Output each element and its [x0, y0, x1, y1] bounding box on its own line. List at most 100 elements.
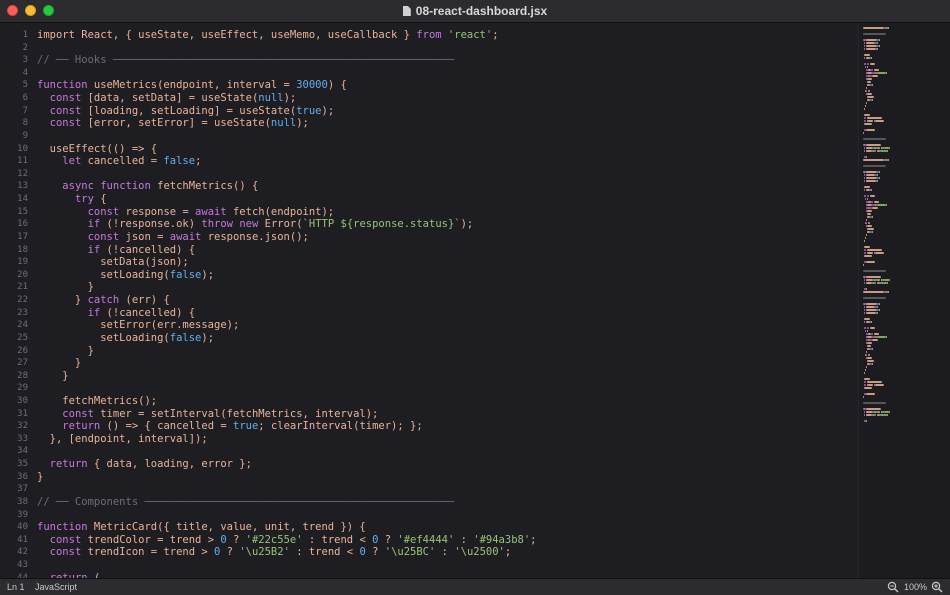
minimap-stripe — [867, 90, 870, 92]
code-token: const — [87, 230, 120, 243]
line-number: 4 — [22, 67, 28, 78]
minimap-stripe — [877, 336, 887, 338]
code-line[interactable]: setData(json); — [37, 256, 189, 269]
code-line[interactable]: const [loading, setLoading] = useState(t… — [37, 104, 335, 118]
code-line[interactable]: fetchMetrics(); — [37, 395, 157, 408]
language-mode[interactable]: JavaScript — [35, 579, 77, 595]
minimap-stripe — [866, 276, 882, 278]
minimap-stripe — [864, 240, 866, 242]
line-number: 16 — [17, 219, 28, 230]
minimap-stripe — [865, 312, 876, 314]
minimap-stripe — [865, 45, 878, 47]
code-line[interactable]: return () => { cancelled = true; clearIn… — [37, 420, 422, 433]
minimap-stripe — [866, 210, 872, 212]
code-line[interactable]: function useMetrics(endpoint, interval =… — [37, 79, 347, 92]
minimap-stripe — [888, 147, 890, 149]
code-token: const — [62, 407, 94, 420]
line-number: 11 — [17, 156, 28, 167]
code-line[interactable]: return { data, loading, error }; — [37, 458, 252, 471]
minimap-stripe — [865, 369, 867, 371]
cursor-position[interactable]: Ln 1 — [7, 579, 25, 595]
minimap-stripe — [866, 249, 882, 251]
minimap-stripe — [887, 27, 889, 29]
code-line[interactable]: } catch (err) { — [37, 294, 170, 307]
minimap-stripe — [866, 78, 872, 80]
code-line[interactable]: // ── Components ───────────────────────… — [37, 496, 454, 509]
code-line[interactable]: if (!response.ok) throw new Error(`HTTP … — [37, 218, 474, 231]
code-token: const — [49, 533, 82, 546]
minimap-stripe — [866, 120, 874, 122]
code-line[interactable]: } — [37, 357, 81, 370]
code-token: return — [62, 420, 101, 433]
minimap-stripe — [873, 69, 880, 71]
code-line[interactable]: useEffect(() => { — [37, 143, 157, 156]
zoom-level: 100% — [904, 582, 928, 592]
code-token: } — [37, 369, 69, 382]
minimap-stripe — [886, 72, 888, 74]
minimap-stripe — [866, 198, 868, 200]
code-token: : trend < — [302, 533, 373, 546]
code-area[interactable]: import React, { useState, useEffect, use… — [37, 23, 857, 578]
minimap-stripe — [872, 84, 874, 86]
code-line[interactable]: }, [endpoint, interval]); — [37, 433, 208, 446]
line-number: 29 — [17, 383, 28, 394]
code-line[interactable]: } — [37, 281, 94, 294]
minimap-stripe — [863, 33, 887, 35]
document-icon — [402, 6, 411, 16]
line-number: 24 — [17, 320, 28, 331]
code-line[interactable]: } — [37, 345, 94, 358]
code-token: () => { cancelled = — [100, 420, 233, 433]
code-token: ); — [321, 104, 335, 117]
minimap-stripe — [865, 90, 868, 92]
code-line[interactable]: const [data, setData] = useState(null); — [37, 92, 297, 105]
code-editor[interactable]: 1 2 3 4 5 6 7 8 9 10 11 12 13 14 15 16 17 18 19 20 21 22 23 24 2… — [0, 23, 858, 578]
code-token: if — [87, 218, 101, 231]
minimap-stripe — [878, 39, 880, 41]
code-line[interactable]: } — [37, 369, 69, 383]
code-token: response = — [119, 205, 196, 218]
minimap-stripe — [863, 255, 873, 257]
code-token: ; — [492, 29, 499, 41]
zoom-in-icon[interactable] — [931, 581, 943, 593]
code-token: } — [37, 294, 88, 307]
code-line[interactable]: // ── Hooks ────────────────────────────… — [37, 54, 454, 67]
code-line[interactable]: const json = await response.json(); — [37, 231, 309, 244]
code-line[interactable]: try { — [37, 193, 107, 206]
code-line[interactable]: if (!cancelled) { — [37, 244, 195, 257]
code-line[interactable]: } — [37, 471, 43, 484]
minimap-stripe — [866, 342, 872, 344]
code-line[interactable]: import React, { useState, useEffect, use… — [37, 29, 499, 42]
code-line[interactable]: const trendColor = trend > 0 ? '#22c55e'… — [37, 534, 537, 547]
code-token: 'react' — [447, 29, 493, 41]
minimap-stripe — [873, 282, 877, 284]
minimap-stripe — [866, 303, 877, 305]
code-token: import React, { useState, useEffect, use… — [37, 29, 417, 41]
code-token: timer = setInterval(fetchMetrics, interv… — [93, 407, 379, 420]
line-number: 19 — [17, 257, 28, 268]
minimap-stripe — [866, 408, 882, 410]
minimap-stripe — [876, 306, 878, 308]
code-line[interactable]: const [error, setError] = useState(null)… — [37, 117, 309, 130]
minimap-stripe — [865, 87, 867, 89]
minimap-stripe — [865, 222, 868, 224]
line-number: 38 — [17, 496, 28, 507]
minimap-stripe — [866, 381, 882, 383]
minimap[interactable] — [858, 23, 950, 578]
code-line[interactable]: function MetricCard({ title, value, unit… — [37, 521, 366, 534]
code-line[interactable]: setLoading(false); — [37, 269, 214, 282]
minimap-stripe — [872, 339, 878, 341]
zoom-out-icon[interactable] — [887, 581, 899, 593]
minimap-stripe — [878, 45, 880, 47]
line-number: 31 — [17, 408, 28, 419]
code-line[interactable]: let cancelled = false; — [37, 155, 201, 168]
code-token: if — [87, 243, 101, 256]
code-line[interactable]: setLoading(false); — [37, 332, 214, 345]
code-line[interactable]: const trendIcon = trend > 0 ? '\u25B2' :… — [37, 546, 512, 559]
code-line[interactable]: const response = await fetch(endpoint); — [37, 205, 335, 219]
line-number: 28 — [17, 370, 28, 381]
code-line[interactable]: if (!cancelled) { — [37, 307, 195, 320]
code-line[interactable]: setError(err.message); — [37, 319, 239, 332]
code-line[interactable]: const timer = setInterval(fetchMetrics, … — [37, 408, 378, 421]
code-line[interactable]: async function fetchMetrics() { — [37, 180, 258, 193]
